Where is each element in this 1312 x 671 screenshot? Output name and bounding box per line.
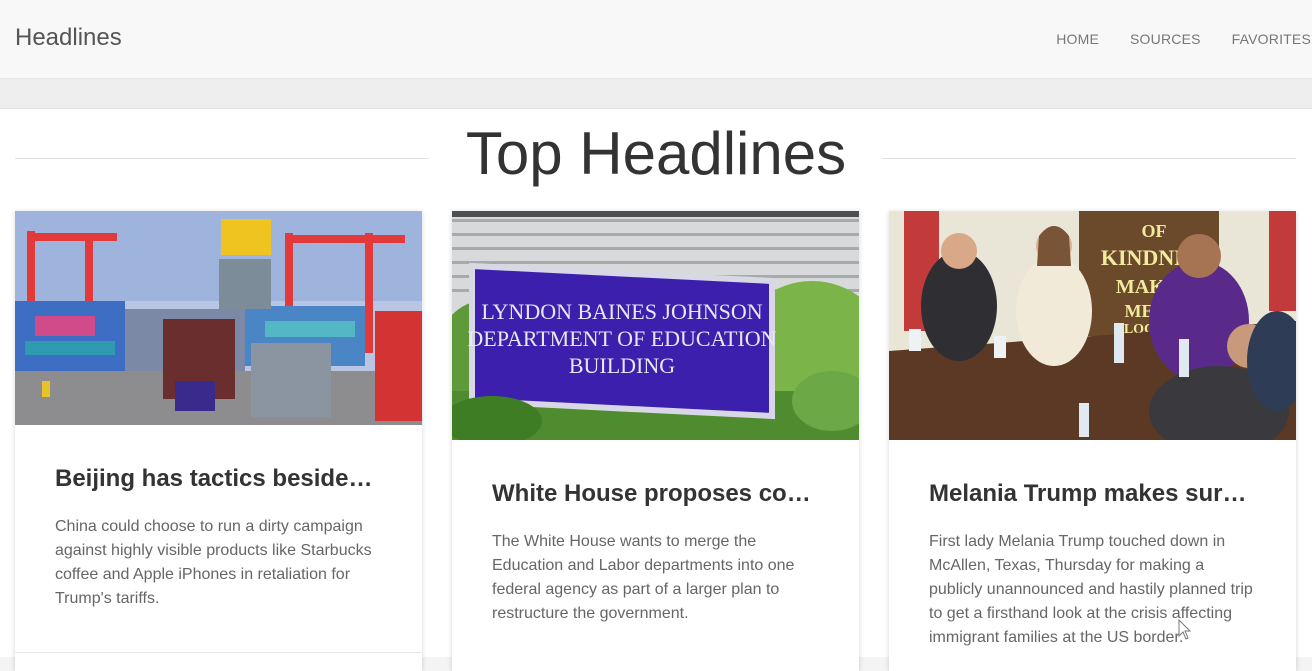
nav-favorites-link[interactable]: FAVORITES [1232, 31, 1311, 47]
header-strip [0, 79, 1312, 109]
shipping-containers-image[interactable] [15, 211, 422, 425]
nav-home-link[interactable]: HOME [1056, 31, 1099, 47]
sign-text-line-3: BUILDING [569, 353, 675, 378]
news-card[interactable]: Beijing has tactics besides j… China cou… [15, 211, 422, 671]
card-title[interactable]: Melania Trump makes surpr… [929, 480, 1256, 508]
nav-sources-link[interactable]: SOURCES [1130, 31, 1201, 47]
navbar: Headlines HOME SOURCES FAVORITES [0, 0, 1312, 79]
card-description: The White House wants to merge the Educa… [492, 533, 795, 622]
mouse-cursor-icon [1178, 619, 1192, 640]
news-card[interactable]: OF KINDNES MAKE ME LOC Melania Trump mak… [889, 211, 1296, 671]
page-title: Top Headlines [465, 120, 847, 187]
card-body: Beijing has tactics besides j… China cou… [15, 465, 422, 611]
poster-text-line-1: OF [1142, 221, 1167, 241]
brand-title[interactable]: Headlines [15, 24, 122, 52]
news-card[interactable]: LYNDON BAINES JOHNSON DEPARTMENT OF EDUC… [452, 211, 859, 671]
card-body: White House proposes com… The White Hous… [452, 480, 859, 626]
roundtable-meeting-image[interactable]: OF KINDNES MAKE ME LOC [889, 211, 1296, 440]
card-footer-divider [15, 652, 422, 653]
department-of-education-image[interactable]: LYNDON BAINES JOHNSON DEPARTMENT OF EDUC… [452, 211, 859, 440]
nav-links: HOME SOURCES FAVORITES [1056, 31, 1311, 47]
card-title[interactable]: White House proposes com… [492, 480, 819, 508]
title-rule-right [882, 158, 1296, 159]
sign-text-line-1: LYNDON BAINES JOHNSON [481, 299, 762, 324]
card-title[interactable]: Beijing has tactics besides j… [55, 465, 382, 493]
card-description: China could choose to run a dirty campai… [55, 518, 372, 607]
card-description: First lady Melania Trump touched down in… [929, 533, 1253, 646]
sign-text-line-2: DEPARTMENT OF EDUCATION [467, 326, 776, 351]
main-content: Top Headlines Beijing has tactics beside… [0, 109, 1312, 671]
card-body: Melania Trump makes surpr… First lady Me… [889, 480, 1296, 650]
